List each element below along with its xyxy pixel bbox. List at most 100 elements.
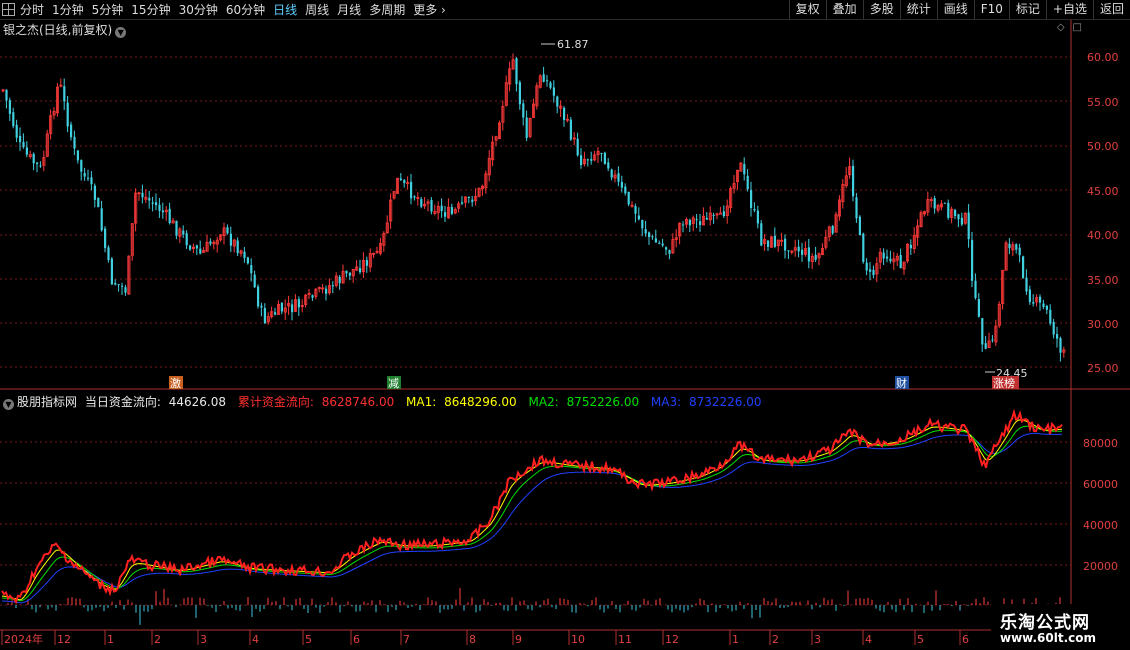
candle-body <box>1056 334 1059 339</box>
candle-body <box>862 233 865 262</box>
time-tick-label: 3 <box>200 633 207 646</box>
indicator-item-label: MA2: <box>528 395 559 409</box>
candle-body <box>869 269 872 272</box>
candle-body <box>229 233 232 246</box>
candle-body <box>852 165 855 197</box>
candle-body <box>151 202 154 204</box>
candle-body <box>444 212 447 217</box>
candle-body <box>1032 302 1035 304</box>
candle-body <box>199 248 202 254</box>
candle-body <box>110 258 113 285</box>
candle-body <box>76 150 79 161</box>
candle-body <box>1039 296 1042 303</box>
candle-body <box>719 212 723 215</box>
candle-body <box>807 247 810 262</box>
watermark: 乐淘公式网 www.60lt.com <box>991 604 1130 650</box>
candle-body <box>688 219 691 226</box>
indicator-name[interactable]: 股朋指标网 <box>17 395 77 409</box>
candle-body <box>750 190 753 208</box>
candle-body <box>263 308 266 324</box>
indicator-item: 当日资金流向: 44626.08 <box>85 395 230 409</box>
candle-body <box>542 74 545 82</box>
candle-body <box>872 269 875 276</box>
candle-body <box>189 245 192 250</box>
candle-body <box>974 280 977 298</box>
price-tick: 40.00 <box>1087 229 1119 242</box>
candle-body <box>399 178 402 181</box>
indicator-item-label: 累计资金流向: <box>237 395 314 409</box>
square-icon[interactable]: □ <box>1073 22 1082 33</box>
candle-body <box>1022 256 1025 279</box>
candle-body <box>954 209 957 216</box>
candle-body <box>12 112 15 127</box>
candle-body <box>114 282 117 285</box>
candle-body <box>195 245 198 249</box>
candle-body <box>253 274 256 288</box>
candle-body <box>600 153 603 155</box>
candle-body <box>556 96 559 107</box>
candle-body <box>569 119 572 140</box>
indicator-item-value: 8648296.00 <box>444 395 517 409</box>
time-tick-label: 9 <box>515 633 522 646</box>
watermark-url: www.60lt.com <box>1000 631 1097 645</box>
price-tick: 60.00 <box>1087 51 1119 64</box>
candle-body <box>93 185 96 200</box>
candle-body <box>243 251 246 258</box>
candle-body <box>107 247 110 261</box>
event-marker-jian: 减 <box>388 377 399 390</box>
candle-body <box>345 270 348 274</box>
candle-body <box>1045 305 1048 310</box>
indicator-item-label: MA3: <box>650 395 682 409</box>
candle-body <box>617 173 620 182</box>
candle-body <box>991 339 994 341</box>
candle-body <box>1028 289 1031 303</box>
candlesticks <box>1 53 1066 362</box>
candle-body <box>603 152 606 165</box>
candle-body <box>36 162 39 164</box>
candle-body <box>467 197 470 199</box>
candle-body <box>25 147 28 155</box>
candle-body <box>607 162 610 169</box>
indicator-item: MA3: 8732226.00 <box>651 395 766 409</box>
time-tick-label: 6 <box>962 633 969 646</box>
candle-body <box>1049 309 1052 324</box>
candle-body <box>552 87 555 96</box>
candle-body <box>63 86 66 102</box>
chevron-down-icon[interactable]: ▼ <box>3 399 14 410</box>
candle-body <box>15 124 18 138</box>
candle-body <box>73 136 76 149</box>
indicator-item-value: 8732226.00 <box>689 395 762 409</box>
candle-body <box>338 276 341 284</box>
chevron-down-icon[interactable]: ▼ <box>115 27 127 38</box>
indicator-lines <box>1 408 1063 605</box>
event-markers[interactable]: 激 减 财 涨榜 <box>169 376 1019 390</box>
candle-body <box>525 117 528 138</box>
indicator-header: ▼ 股朋指标网 当日资金流向: 44626.08 累计资金流向: 8628746.… <box>3 393 770 410</box>
stock-title[interactable]: 银之杰(日线,前复权) ▼ <box>3 21 127 38</box>
kline-chart[interactable]: 60.00 55.00 50.00 45.00 40.00 35.00 30.0… <box>0 0 1130 650</box>
time-tick-label: 6 <box>353 633 360 646</box>
candle-body <box>981 318 984 345</box>
candle-body <box>831 226 834 234</box>
candle-body <box>637 215 640 220</box>
candle-body <box>668 249 671 254</box>
event-marker-cai: 财 <box>896 376 907 390</box>
candle-body <box>175 220 178 236</box>
candle-body <box>610 169 613 178</box>
candle-body <box>787 250 790 252</box>
panel-controls: ◇ □ <box>1049 22 1082 33</box>
candle-body <box>280 302 283 312</box>
candle-body <box>168 208 171 223</box>
candle-body <box>121 285 124 287</box>
candle-body <box>767 240 770 247</box>
candle-body <box>661 243 664 246</box>
candle-body <box>699 221 702 225</box>
candle-body <box>297 299 300 308</box>
candle-body <box>620 181 623 188</box>
indicator-line <box>1 425 1062 602</box>
candle-body <box>257 286 260 307</box>
diamond-icon[interactable]: ◇ <box>1057 22 1065 33</box>
indicator-item-value: 44626.08 <box>168 395 226 409</box>
candle-body <box>124 287 127 293</box>
candle-body <box>909 244 912 249</box>
